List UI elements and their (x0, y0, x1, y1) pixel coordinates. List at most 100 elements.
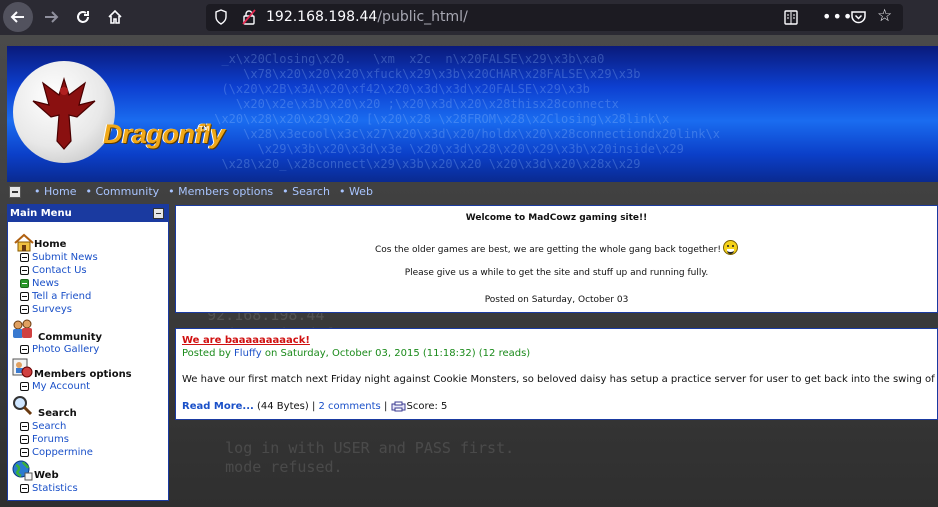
menu-label: My Account (32, 381, 91, 392)
menu-label: Submit News (32, 252, 98, 263)
url-bar[interactable]: 192.168.198.44/public_html/ ••• ☆ (206, 4, 903, 31)
menu-label: Contact Us (32, 265, 87, 276)
sidebar-title: Main Menu (10, 208, 72, 219)
bullet-icon (20, 305, 29, 314)
reload-button[interactable] (68, 2, 98, 32)
welcome-posted: Posted on Saturday, October 03 (484, 295, 629, 305)
posted-date: on Saturday, October 03, 2015 (11:18:32)… (261, 348, 531, 359)
bullet-icon (20, 253, 29, 262)
welcome-title: Welcome to MadCowz gaming site!! (465, 213, 648, 223)
sidebar-header: Main Menu (8, 205, 168, 222)
news-bytes: (44 Bytes) | (253, 401, 319, 412)
url-text[interactable]: 192.168.198.44/public_html/ (266, 9, 468, 25)
topnav-community[interactable]: Community (85, 185, 159, 198)
menu-surveys[interactable]: Surveys (20, 304, 72, 315)
read-more-link[interactable]: Read More... (182, 401, 254, 412)
house-icon (108, 9, 122, 24)
topnav-web[interactable]: Web (339, 185, 373, 198)
menu-forums[interactable]: Forums (20, 434, 69, 445)
dragon-logo-icon (32, 76, 96, 150)
reader-view-icon[interactable] (784, 10, 798, 25)
top-nav-links: Home Community Members options Search We… (34, 185, 373, 198)
shield-icon[interactable] (214, 9, 228, 25)
top-navigation: Home Community Members options Search We… (7, 182, 938, 202)
menu-label: News (32, 278, 60, 289)
menu-coppermine[interactable]: Coppermine (20, 447, 93, 458)
menu-my-account[interactable]: My Account (20, 381, 90, 392)
collapse-toggle[interactable] (9, 186, 21, 198)
menu-label: Forums (32, 434, 69, 445)
back-button[interactable] (3, 2, 33, 32)
topnav-home[interactable]: Home (34, 185, 76, 198)
section-home-title[interactable]: Home (34, 239, 66, 250)
menu-label: Tell a Friend (32, 291, 92, 302)
welcome-line-2: Please give us a while to get the site a… (404, 268, 709, 278)
menu-label: Photo Gallery (32, 344, 100, 355)
page-content: performed. Please report any incorrect r… (0, 35, 938, 507)
topnav-search[interactable]: Search (282, 185, 330, 198)
bullet-icon (20, 382, 29, 391)
news-footer: Read More... (44 Bytes) | 2 comments | S… (182, 401, 447, 412)
menu-label: Statistics (32, 483, 78, 494)
globe-icon (12, 460, 33, 481)
bullet-icon (20, 266, 29, 275)
url-path: /public_html/ (377, 9, 468, 25)
logo-trademark: TM (199, 125, 210, 133)
more-actions-icon[interactable]: ••• (822, 7, 853, 26)
home-button[interactable] (100, 2, 130, 32)
bullet-icon (20, 484, 29, 493)
main-menu-sidebar: Main Menu Home Submit News Contact Us Ne… (7, 204, 169, 501)
insecure-lock-icon[interactable] (242, 9, 256, 25)
section-search-title[interactable]: Search (38, 408, 77, 419)
banner-code-texture: _x\x20Closing\x20. \xm x2c n\x20FALSE\x2… (214, 52, 720, 171)
footer-separator: | (380, 401, 391, 412)
smiley-icon (722, 240, 738, 255)
menu-photo-gallery[interactable]: Photo Gallery (20, 344, 99, 355)
reload-icon (77, 11, 89, 23)
posted-by-prefix: Posted by (182, 348, 235, 359)
menu-label: Surveys (32, 304, 72, 315)
bullet-icon (20, 435, 29, 444)
arrow-right-icon (45, 11, 59, 23)
members-icon (12, 358, 33, 378)
url-host: 192.168.198.44 (266, 9, 378, 25)
news-body: We have our first match next Friday nigh… (182, 374, 938, 385)
topnav-members-options[interactable]: Members options (168, 185, 273, 198)
news-meta: Posted by Fluffy on Saturday, October 03… (182, 348, 530, 359)
author-link[interactable]: Fluffy (234, 348, 262, 359)
menu-statistics[interactable]: Statistics (20, 483, 78, 494)
sidebar-minimize-button[interactable] (153, 208, 164, 219)
menu-label: Coppermine (32, 447, 93, 458)
section-web-title[interactable]: Web (34, 470, 59, 481)
home-icon (14, 233, 34, 252)
menu-tell-a-friend[interactable]: Tell a Friend (20, 291, 91, 302)
menu-submit-news[interactable]: Submit News (20, 252, 98, 263)
bullet-icon (20, 345, 29, 354)
welcome-line-1: Cos the older games are best, we are get… (176, 240, 937, 255)
search-icon (13, 396, 33, 416)
bullet-icon (20, 422, 29, 431)
news-score: Score: 5 (406, 401, 448, 412)
forward-button[interactable] (36, 2, 66, 32)
comments-link[interactable]: 2 comments (319, 401, 381, 412)
news-article: We are baaaaaaaaack! Posted by Fluffy on… (175, 328, 938, 420)
bullet-icon (20, 292, 29, 301)
section-community-title[interactable]: Community (38, 332, 102, 343)
browser-toolbar: 192.168.198.44/public_html/ ••• ☆ (0, 0, 938, 35)
welcome-line-1-text: Cos the older games are best, we are get… (375, 245, 721, 255)
site-banner: _x\x20Closing\x20. \xm x2c n\x20FALSE\x2… (7, 46, 938, 182)
bullet-icon (20, 448, 29, 457)
menu-news[interactable]: News (20, 278, 59, 289)
printer-icon[interactable] (391, 401, 406, 412)
community-icon (13, 319, 32, 338)
menu-search[interactable]: Search (20, 421, 66, 432)
arrow-left-icon (10, 11, 24, 23)
welcome-panel: Welcome to MadCowz gaming site!! Cos the… (175, 205, 938, 313)
menu-label: Search (32, 421, 67, 432)
bookmark-star-icon[interactable]: ☆ (877, 6, 892, 26)
menu-contact-us[interactable]: Contact Us (20, 265, 87, 276)
news-title-link[interactable]: We are baaaaaaaaack! (182, 335, 310, 346)
pocket-icon[interactable] (851, 10, 866, 24)
section-members-title[interactable]: Members options (34, 369, 132, 380)
active-bullet-icon (20, 279, 29, 288)
